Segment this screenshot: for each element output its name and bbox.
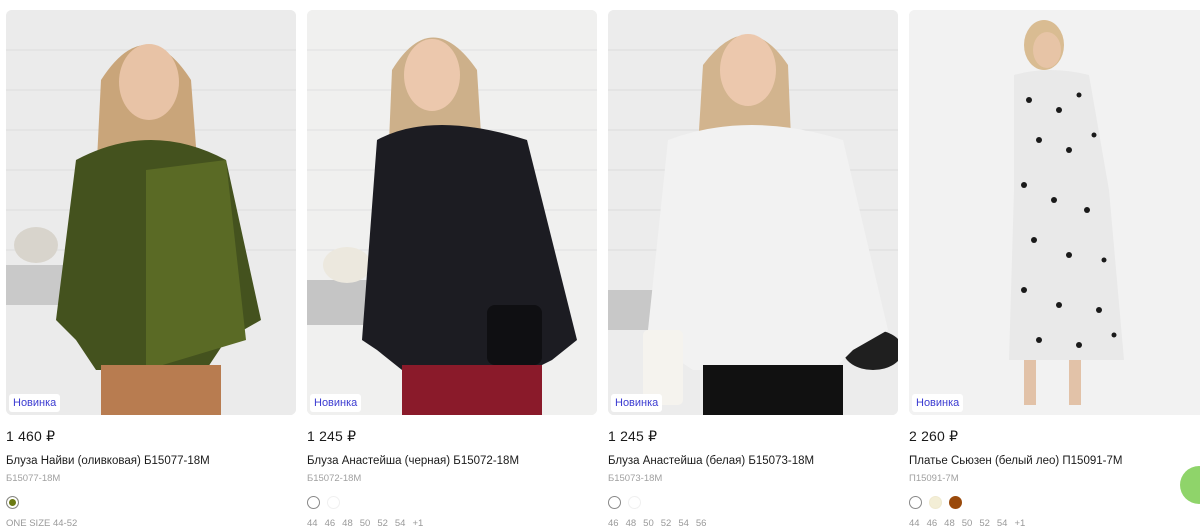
product-price: 1 460 ₽: [6, 428, 56, 444]
product-sku: П15091-7М: [909, 473, 959, 484]
new-badge: Новинка: [611, 394, 663, 412]
size-option[interactable]: 50: [962, 518, 973, 526]
color-swatch[interactable]: [909, 495, 922, 509]
new-badge: Новинка: [912, 394, 964, 412]
product-grid: Новинка 1 460 ₽ Блуза Найви (оливковая) …: [0, 0, 1200, 526]
product-price: 1 245 ₽: [608, 428, 658, 444]
color-swatches: [608, 495, 898, 509]
product-card[interactable]: Новинка 1 245 ₽ Блуза Анастейша (черная)…: [307, 10, 597, 526]
color-swatch[interactable]: [327, 495, 340, 509]
size-option[interactable]: 48: [626, 518, 637, 526]
product-title[interactable]: Блуза Найви (оливковая) Б15077-18М: [6, 455, 296, 469]
size-option[interactable]: 46: [927, 518, 938, 526]
size-option[interactable]: 54: [997, 518, 1008, 526]
size-list: ONE SIZE 44-52: [6, 518, 296, 526]
color-swatches: [909, 495, 1200, 509]
product-card[interactable]: Новинка 1 460 ₽ Блуза Найви (оливковая) …: [6, 10, 296, 526]
color-swatches: [6, 495, 296, 509]
size-option[interactable]: 50: [360, 518, 371, 526]
color-swatches: [307, 495, 597, 509]
size-option[interactable]: 46: [608, 518, 619, 526]
more-sizes[interactable]: +1: [1014, 518, 1025, 526]
product-sku: Б15073-18М: [608, 473, 663, 484]
size-list: 44 46 48 50 52 54 +1: [909, 518, 1200, 526]
color-swatch[interactable]: [6, 495, 19, 509]
color-swatch[interactable]: [628, 495, 641, 509]
product-title[interactable]: Блуза Анастейша (черная) Б15072-18М: [307, 455, 597, 469]
size-option[interactable]: 52: [661, 518, 672, 526]
product-photo[interactable]: Новинка: [6, 10, 296, 415]
new-badge: Новинка: [9, 394, 61, 412]
new-badge: Новинка: [310, 394, 362, 412]
size-option[interactable]: 46: [325, 518, 336, 526]
size-option[interactable]: 50: [643, 518, 654, 526]
color-swatch[interactable]: [929, 495, 942, 509]
size-list: 46 48 50 52 54 56: [608, 518, 898, 526]
size-option[interactable]: 52: [377, 518, 388, 526]
product-sku: Б15072-18М: [307, 473, 362, 484]
size-option[interactable]: 48: [342, 518, 353, 526]
size-option[interactable]: 48: [944, 518, 955, 526]
product-title[interactable]: Блуза Анастейша (белая) Б15073-18М: [608, 455, 898, 469]
product-photo[interactable]: Новинка: [608, 10, 898, 415]
product-price: 2 260 ₽: [909, 428, 959, 444]
color-swatch[interactable]: [307, 495, 320, 509]
product-photo[interactable]: Новинка: [307, 10, 597, 415]
product-photo[interactable]: Новинка: [909, 10, 1200, 415]
size-option[interactable]: 56: [696, 518, 707, 526]
size-option[interactable]: 52: [979, 518, 990, 526]
color-swatch[interactable]: [608, 495, 621, 509]
more-sizes[interactable]: +1: [412, 518, 423, 526]
size-option[interactable]: 54: [678, 518, 689, 526]
size-option[interactable]: 44: [307, 518, 318, 526]
size-list: 44 46 48 50 52 54 +1: [307, 518, 597, 526]
size-option[interactable]: ONE SIZE 44-52: [6, 518, 77, 526]
product-sku: Б15077-18М: [6, 473, 61, 484]
size-option[interactable]: 54: [395, 518, 406, 526]
product-card[interactable]: Новинка 1 245 ₽ Блуза Анастейша (белая) …: [608, 10, 898, 526]
product-card[interactable]: Новинка 2 260 ₽ Платье Сьюзен (белый лео…: [909, 10, 1200, 526]
product-title[interactable]: Платье Сьюзен (белый лео) П15091-7М: [909, 455, 1200, 469]
product-price: 1 245 ₽: [307, 428, 357, 444]
color-swatch[interactable]: [949, 495, 962, 509]
size-option[interactable]: 44: [909, 518, 920, 526]
